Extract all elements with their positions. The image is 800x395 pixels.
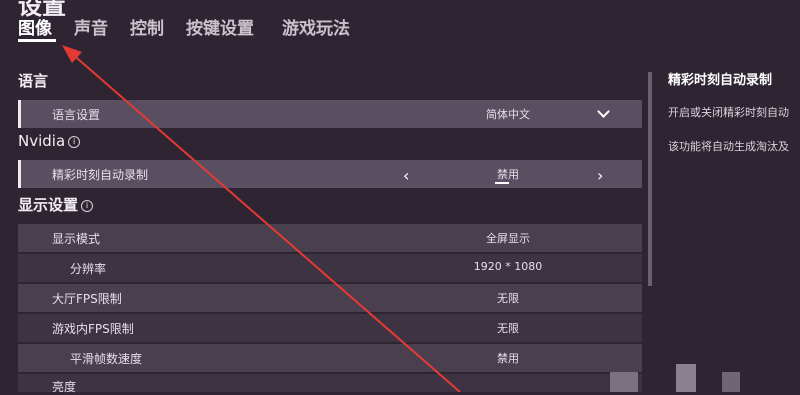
annotation-arrow [62,45,461,392]
